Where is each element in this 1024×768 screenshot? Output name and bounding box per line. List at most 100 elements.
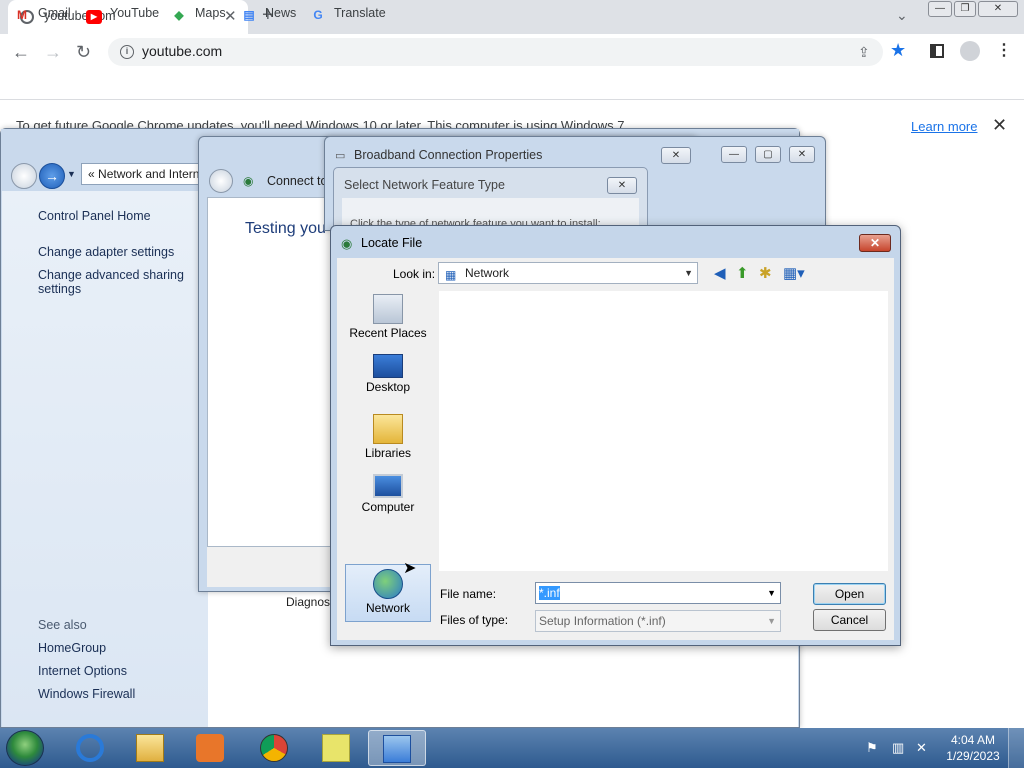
back-icon[interactable]: ← <box>12 42 30 63</box>
bookmark-star-icon[interactable]: ★ <box>890 40 906 61</box>
place-label: Network <box>365 601 410 615</box>
up-folder-icon[interactable]: ⬆ <box>736 264 749 282</box>
place-computer[interactable]: Computer <box>345 470 431 528</box>
sticky-notes-icon <box>322 734 350 762</box>
chevron-down-icon: ▼ <box>684 268 693 278</box>
network-icon <box>373 569 403 599</box>
taskbar-chrome[interactable] <box>246 730 304 766</box>
address-text: Network and Internet <box>98 167 210 181</box>
look-in-value: Network <box>465 266 510 280</box>
action-center-flag-icon[interactable]: ⚑ <box>866 740 878 756</box>
close-button[interactable]: ✕ <box>859 234 891 252</box>
look-in-label: Look in: <box>393 267 436 281</box>
start-button[interactable] <box>6 730 44 766</box>
minimize-icon[interactable]: — <box>721 146 747 163</box>
reload-icon[interactable]: ↻ <box>76 42 91 63</box>
back-icon[interactable] <box>11 163 37 189</box>
files-of-type-value: Setup Information (*.inf) <box>539 614 666 628</box>
change-adapter-settings-link[interactable]: Change adapter settings <box>38 245 174 259</box>
bookmark-gmail[interactable]: M Gmail <box>14 6 71 24</box>
cancel-button[interactable]: Cancel <box>813 609 886 631</box>
back-icon[interactable] <box>209 169 233 193</box>
file-name-input[interactable]: *.inf ▼ <box>535 582 781 604</box>
dialog-client: Look in: ▦ Network ▼ ◀ ⬆ ✱ ▦▾ Recent Pla… <box>337 258 894 640</box>
control-panel-home-link[interactable]: Control Panel Home <box>38 209 151 223</box>
place-label: Computer <box>361 500 415 514</box>
computer-icon <box>373 474 403 498</box>
change-advanced-sharing-link[interactable]: Change advanced sharing settings <box>38 268 188 296</box>
media-player-icon <box>196 734 224 762</box>
taskbar-media-player[interactable] <box>182 730 240 766</box>
close-window-button[interactable]: ✕ <box>978 1 1018 17</box>
network-globe-icon: ◉ <box>243 174 254 188</box>
url-text[interactable]: youtube.com <box>142 43 222 59</box>
gmail-icon: M <box>17 8 27 22</box>
share-icon[interactable]: ⇪ <box>858 44 870 61</box>
address-prefix: « <box>88 167 95 181</box>
place-network[interactable]: Network <box>345 564 431 622</box>
forward-icon[interactable]: → <box>44 42 62 63</box>
bookmarks-bar <box>0 70 1024 100</box>
files-of-type-label: Files of type: <box>440 613 509 627</box>
bookmark-news[interactable]: ▤ News <box>241 6 296 24</box>
bookmark-youtube[interactable]: ▶ YouTube <box>86 6 159 24</box>
address-bar[interactable]: « Network and Internet <box>81 163 211 185</box>
file-list[interactable] <box>439 291 888 571</box>
restore-button[interactable]: ❐ <box>954 1 976 17</box>
place-libraries[interactable]: Libraries <box>345 410 431 468</box>
taskbar-internet-explorer[interactable] <box>62 730 120 766</box>
minimize-button[interactable]: — <box>928 1 952 17</box>
tab-search-icon[interactable]: ⌄ <box>896 7 908 24</box>
infobar-close-icon[interactable]: ✕ <box>992 115 1007 136</box>
forward-icon[interactable]: → <box>39 163 65 189</box>
new-folder-icon[interactable]: ✱ <box>759 264 772 282</box>
recent-pages-icon[interactable]: ▼ <box>67 169 76 179</box>
side-panel-icon[interactable] <box>930 44 944 58</box>
bookmark-maps[interactable]: ◆ Maps <box>171 6 225 24</box>
look-in-dropdown[interactable]: ▦ Network ▼ <box>438 262 698 284</box>
close-icon[interactable]: ✕ <box>789 146 815 163</box>
close-icon[interactable]: ✕ <box>607 177 637 194</box>
mouse-cursor-icon: ➤ <box>403 560 417 577</box>
taskbar-sticky-notes[interactable] <box>308 730 366 766</box>
see-also-heading: See also <box>38 618 87 632</box>
file-name-value: *.inf <box>539 586 560 600</box>
taskbar-control-panel[interactable] <box>368 730 426 766</box>
show-desktop-button[interactable] <box>1008 728 1024 768</box>
network-status-icon[interactable]: ▥ <box>892 740 904 756</box>
youtube-icon: ▶ <box>86 10 102 24</box>
learn-more-link[interactable]: Learn more <box>911 119 977 134</box>
chevron-down-icon[interactable]: ▼ <box>767 583 776 603</box>
profile-avatar-icon[interactable] <box>960 41 980 61</box>
homegroup-link[interactable]: HomeGroup <box>38 641 106 655</box>
taskbar-windows-explorer[interactable] <box>122 730 180 766</box>
place-label: Recent Places <box>349 326 427 340</box>
site-info-icon[interactable]: i <box>120 45 134 59</box>
internet-explorer-icon <box>76 734 104 762</box>
network-icon: ▦ <box>445 268 457 282</box>
bookmark-translate[interactable]: G Translate <box>310 6 385 24</box>
clock-date[interactable]: 1/29/2023 <box>942 749 1004 763</box>
place-recent-places[interactable]: Recent Places <box>345 290 431 348</box>
chrome-icon <box>260 734 288 762</box>
place-label: Libraries <box>364 446 412 460</box>
network-feature-title: Select Network Feature Type <box>344 178 505 192</box>
place-desktop[interactable]: Desktop <box>345 350 431 408</box>
places-bar: Recent Places Desktop Libraries Computer… <box>345 290 433 622</box>
maps-icon: ◆ <box>174 8 184 22</box>
open-button[interactable]: Open <box>813 583 886 605</box>
volume-muted-icon[interactable]: ✕ <box>916 740 927 756</box>
windows-firewall-link[interactable]: Windows Firewall <box>38 687 135 701</box>
files-of-type-dropdown[interactable]: Setup Information (*.inf) ▼ <box>535 610 781 632</box>
clock-time[interactable]: 4:04 AM <box>949 733 997 747</box>
maximize-icon[interactable]: ▢ <box>755 146 781 163</box>
tab-close-icon[interactable]: ✕ <box>224 7 237 25</box>
chrome-menu-icon[interactable]: ⋮ <box>996 40 1012 60</box>
close-icon[interactable]: ✕ <box>661 147 691 164</box>
view-menu-icon[interactable]: ▦▾ <box>783 264 805 282</box>
internet-options-link[interactable]: Internet Options <box>38 664 127 678</box>
back-icon[interactable]: ◀ <box>714 264 726 282</box>
control-panel-sidebar: Control Panel Home Change adapter settin… <box>2 191 208 727</box>
bookmark-label: Gmail <box>38 6 71 20</box>
address-bar[interactable]: i youtube.com <box>108 38 883 66</box>
